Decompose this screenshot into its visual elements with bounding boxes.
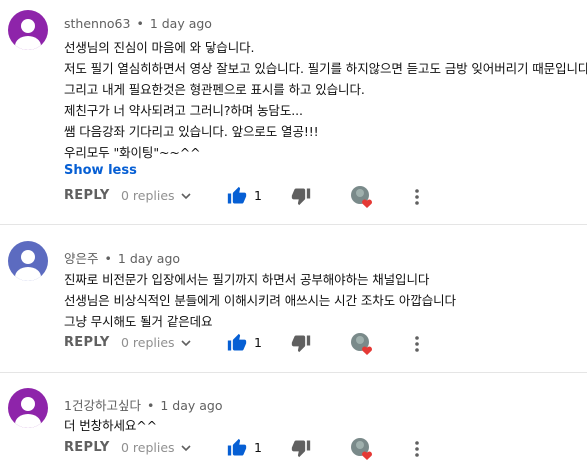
thumbs-up-icon[interactable] — [227, 333, 247, 353]
comment-meta: 양은주 • 1 day ago — [64, 248, 180, 267]
comment-meta: 1건강하고싶다 • 1 day ago — [64, 395, 222, 414]
creator-heart-icon — [351, 438, 372, 460]
comment-text-line: 우리모두 "화이팅"~~^^ — [64, 145, 201, 160]
creator-heart-icon — [351, 333, 372, 355]
comment-action-bar: REPLY 0 replies 1 — [0, 185, 587, 209]
comment-text-line: 진짜로 비전문가 입장에서는 필기까지 하면서 공부해야하는 채널입니다 — [64, 272, 430, 287]
avatar[interactable] — [8, 241, 48, 281]
more-options-icon[interactable] — [410, 186, 424, 208]
separator: • — [146, 398, 155, 413]
thumbs-up-icon[interactable] — [227, 438, 247, 458]
avatar[interactable] — [8, 388, 48, 428]
comment-divider — [0, 372, 587, 373]
replies-count[interactable]: 0 replies — [121, 335, 175, 350]
more-options-icon[interactable] — [410, 438, 424, 460]
timestamp[interactable]: 1 day ago — [118, 251, 180, 266]
comment-action-bar: REPLY 0 replies 1 — [0, 332, 587, 356]
chevron-down-icon[interactable] — [180, 337, 192, 349]
comment-text-line: 쌤 다음강좌 기다리고 있습니다. 앞으로도 열공!!! — [64, 124, 319, 139]
comment-text-line: 더 번창하세요^^ — [64, 418, 158, 433]
reply-button[interactable]: REPLY — [64, 440, 110, 455]
author-name[interactable]: 1건강하고싶다 — [64, 398, 141, 413]
like-count: 1 — [254, 440, 262, 455]
comment-divider — [0, 224, 587, 225]
thumbs-up-icon[interactable] — [227, 186, 247, 206]
comment-text-line: 저도 필기 열심히하면서 영상 잘보고 있습니다. 필기를 하지않으면 듣고도 … — [64, 61, 587, 76]
separator: • — [104, 251, 112, 266]
avatar[interactable] — [8, 10, 48, 50]
avatar-person-icon — [8, 241, 48, 281]
thumbs-down-icon[interactable] — [291, 186, 311, 206]
reply-button[interactable]: REPLY — [64, 188, 110, 203]
author-name[interactable]: sthenno63 — [64, 16, 130, 31]
chevron-down-icon[interactable] — [180, 442, 192, 454]
timestamp[interactable]: 1 day ago — [160, 398, 222, 413]
comment-text-line: 선생님은 비상식적인 분들에게 이해시키려 애쓰시는 시간 조차도 아깝습니다 — [64, 293, 456, 308]
creator-heart-icon — [351, 186, 372, 208]
like-count: 1 — [254, 188, 262, 203]
comment-text-line: 그냥 무시해도 될거 같은데요 — [64, 314, 213, 329]
separator: • — [136, 16, 144, 31]
comment-meta: sthenno63 • 1 day ago — [64, 16, 212, 31]
comment-text-line: 선생님의 진심이 마음에 와 닿습니다. — [64, 40, 255, 55]
reply-button[interactable]: REPLY — [64, 335, 110, 350]
replies-count[interactable]: 0 replies — [121, 440, 175, 455]
author-name[interactable]: 양은주 — [64, 251, 99, 266]
like-count: 1 — [254, 335, 262, 350]
avatar-person-icon — [8, 388, 48, 428]
more-options-icon[interactable] — [410, 333, 424, 355]
thumbs-down-icon[interactable] — [291, 438, 311, 458]
thumbs-down-icon[interactable] — [291, 333, 311, 353]
avatar-person-icon — [8, 10, 48, 50]
comment-text-line: 제친구가 너 약사되려고 그러니?하며 농담도... — [64, 103, 303, 118]
comment-text-line: 그리고 내게 필요한것은 형관펜으로 표시를 하고 있습니다. — [64, 82, 365, 97]
show-less-button[interactable]: Show less — [64, 163, 137, 178]
replies-count[interactable]: 0 replies — [121, 188, 175, 203]
comment-action-bar: REPLY 0 replies 1 — [0, 437, 587, 461]
timestamp[interactable]: 1 day ago — [150, 16, 212, 31]
chevron-down-icon[interactable] — [180, 190, 192, 202]
